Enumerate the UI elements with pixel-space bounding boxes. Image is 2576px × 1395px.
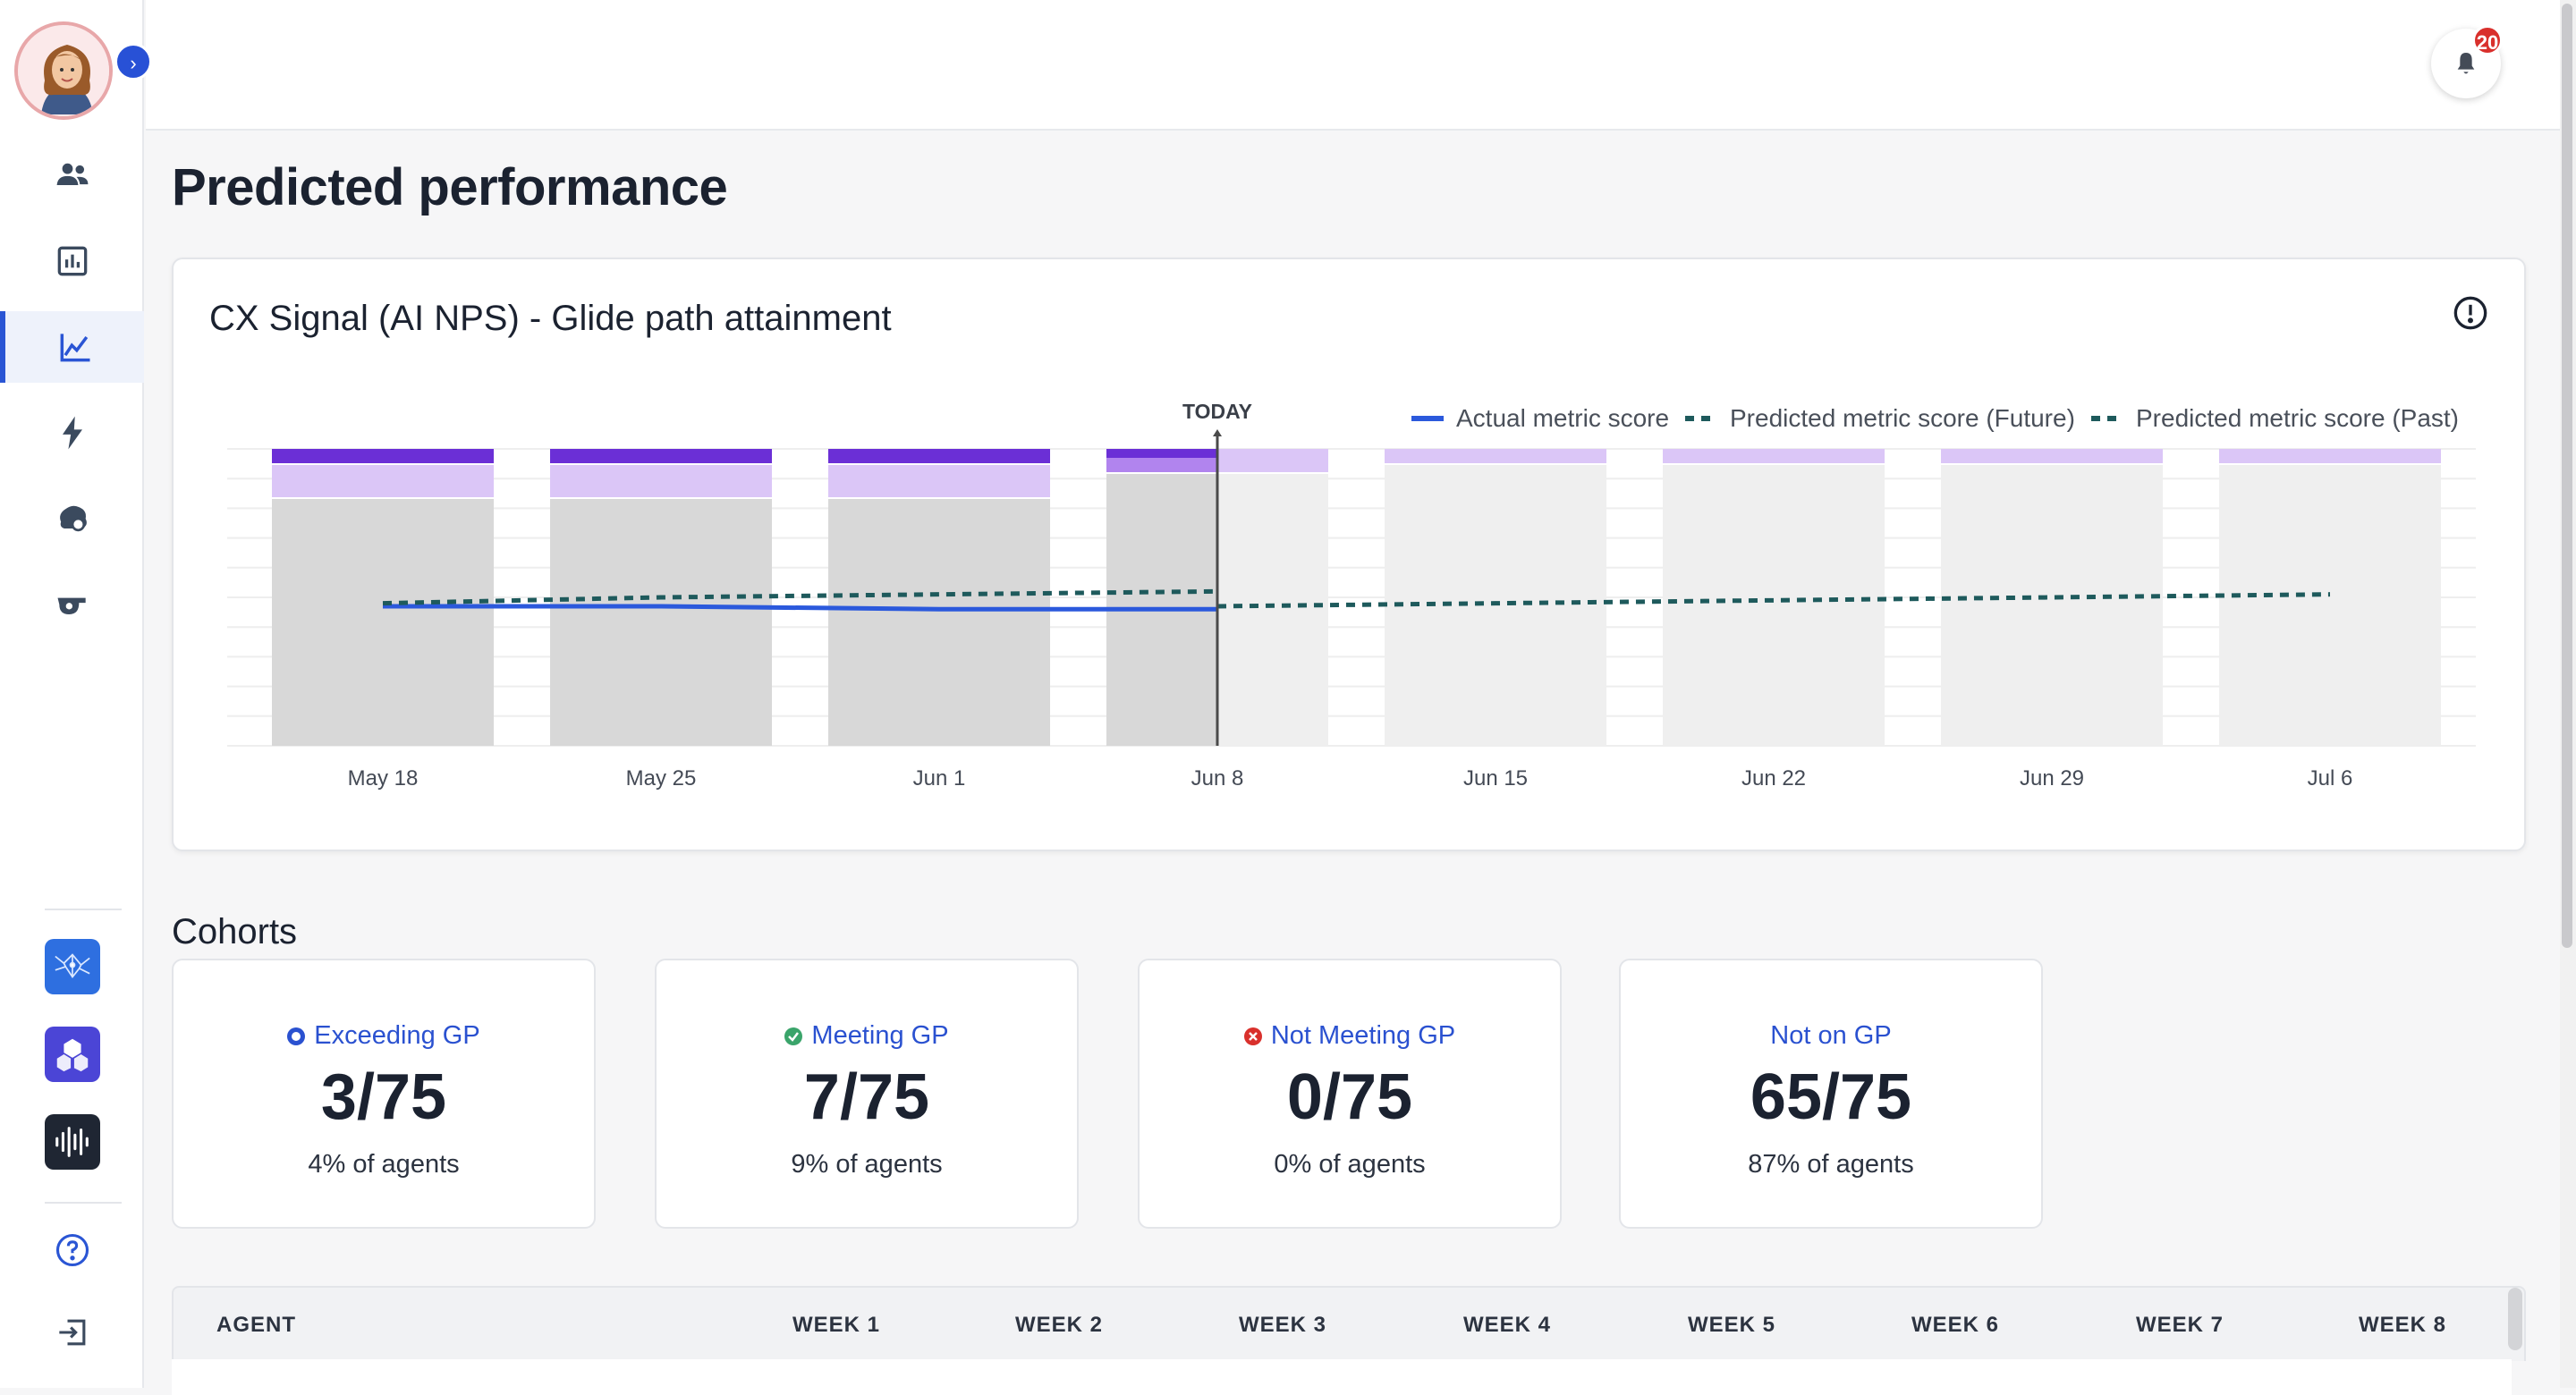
column-header-week-4[interactable]: WEEK 4: [1463, 1313, 1551, 1338]
glide-path-chart: May 18 May 25 Jun 1 Jun 8 Jun 15 Jun 22 Jun 29…: [227, 400, 2476, 790]
x-tick-label: Jun 1: [913, 766, 966, 790]
bar: [1217, 474, 1328, 746]
x-tick-label: Jul 6: [2308, 766, 2353, 790]
glide-band: [272, 449, 494, 463]
cohort-label: Not Meeting GP: [1270, 1021, 1456, 1050]
check-circle-icon: [784, 1027, 803, 1045]
page-title: Predicted performance: [172, 158, 728, 216]
sidebar: ›: [0, 0, 152, 1388]
glide-band: [1217, 449, 1328, 472]
chart-title: CX Signal (AI NPS) - Glide path attainme…: [209, 299, 892, 338]
info-icon[interactable]: [2453, 295, 2488, 331]
cohort-subtitle: 87% of agents: [1748, 1150, 1914, 1179]
audio-wave-app-icon[interactable]: [45, 1114, 100, 1170]
lightning-icon[interactable]: [0, 397, 144, 469]
cohorts-title: Cohorts: [172, 912, 298, 951]
cohort-label: Meeting GP: [811, 1021, 949, 1050]
cohort-subtitle: 0% of agents: [1274, 1150, 1426, 1179]
cohort-card-not-on-gp[interactable]: Not on GP 65/75 87% of agents: [1619, 959, 2043, 1229]
top-bar: [146, 0, 2576, 131]
bar: [1941, 465, 2163, 746]
whistle-icon[interactable]: [0, 569, 144, 640]
bar: [2219, 465, 2441, 746]
x-tick-label: May 25: [626, 766, 697, 790]
team-icon[interactable]: [0, 140, 144, 211]
today-marker: [1213, 429, 1222, 436]
column-header-week-7[interactable]: WEEK 7: [2136, 1313, 2224, 1338]
cohort-value: 3/75: [320, 1061, 447, 1133]
sidebar-expand-button[interactable]: ›: [114, 43, 152, 80]
help-icon[interactable]: [0, 1214, 144, 1286]
agent-table-body: [172, 1359, 2512, 1395]
cohort-card-not-meeting[interactable]: Not Meeting GP 0/75 0% of agents: [1138, 959, 1562, 1229]
table-scrollbar[interactable]: [2508, 1288, 2522, 1350]
report-icon[interactable]: [0, 225, 144, 297]
glide-band: [828, 449, 1050, 463]
cohort-value: 0/75: [1286, 1061, 1413, 1133]
column-header-week-8[interactable]: WEEK 8: [2359, 1313, 2446, 1338]
bar: [550, 499, 772, 746]
glide-band: [1941, 449, 2163, 463]
glide-band: [550, 449, 772, 463]
logout-icon[interactable]: [0, 1297, 144, 1368]
actual-score-line: [383, 604, 1217, 612]
cohort-card-exceeding[interactable]: Exceeding GP 3/75 4% of agents: [172, 959, 596, 1229]
column-header-week-1[interactable]: WEEK 1: [792, 1313, 880, 1338]
x-tick-label: Jun 22: [1741, 766, 1806, 790]
trend-chart-icon[interactable]: [0, 311, 144, 383]
cohort-label: Not on GP: [1770, 1021, 1892, 1050]
x-tick-label: Jun 15: [1463, 766, 1528, 790]
bar: [828, 499, 1050, 746]
x-tick-label: Jun 29: [2020, 766, 2084, 790]
agent-table-header: AGENT WEEK 1 WEEK 2 WEEK 3 WEEK 4 WEEK 5…: [172, 1286, 2526, 1361]
x-tick-label: Jun 8: [1191, 766, 1244, 790]
cohort-subtitle: 9% of agents: [791, 1150, 943, 1179]
page-scrollbar-thumb[interactable]: [2562, 4, 2572, 948]
glide-band: [1385, 449, 1606, 463]
avatar[interactable]: [14, 21, 113, 120]
glide-band: [1106, 449, 1217, 458]
glide-band: [1663, 449, 1885, 463]
bar: [1663, 465, 1885, 746]
legend-label: Actual metric score: [1456, 404, 1669, 432]
column-header-week-3[interactable]: WEEK 3: [1239, 1313, 1326, 1338]
chart-card: May 18 May 25 Jun 1 Jun 8 Jun 15 Jun 22 Jun 29…: [172, 258, 2526, 851]
cohort-subtitle: 4% of agents: [308, 1150, 460, 1179]
cohort-value: 7/75: [803, 1061, 930, 1133]
column-header-week-6[interactable]: WEEK 6: [1911, 1313, 1999, 1338]
glide-band: [2219, 449, 2441, 463]
sidebar-divider: [45, 909, 122, 910]
column-header-week-2[interactable]: WEEK 2: [1015, 1313, 1103, 1338]
hexagon-app-icon[interactable]: [45, 1027, 100, 1082]
x-tick-label: May 18: [348, 766, 419, 790]
cohort-card-meeting[interactable]: Meeting GP 7/75 9% of agents: [655, 959, 1079, 1229]
sidebar-divider: [45, 1202, 122, 1204]
bar: [272, 499, 494, 746]
column-header-agent[interactable]: AGENT: [216, 1313, 296, 1338]
cohort-value: 65/75: [1750, 1061, 1912, 1133]
brain-icon[interactable]: [0, 483, 144, 554]
glide-band: [272, 465, 494, 497]
notification-count-badge: 20: [2472, 25, 2503, 55]
legend-label: Predicted metric score (Future): [1730, 404, 2075, 432]
cohort-label: Exceeding GP: [314, 1021, 480, 1050]
star-badge-icon: [287, 1027, 306, 1045]
glide-band: [1106, 458, 1217, 472]
x-circle-icon: [1243, 1027, 1262, 1045]
column-header-week-5[interactable]: WEEK 5: [1688, 1313, 1775, 1338]
legend-label: Predicted metric score (Past): [2136, 404, 2459, 432]
today-label: TODAY: [1182, 400, 1252, 423]
network-app-icon[interactable]: [45, 939, 100, 994]
glide-band: [550, 465, 772, 497]
glide-band: [828, 465, 1050, 497]
